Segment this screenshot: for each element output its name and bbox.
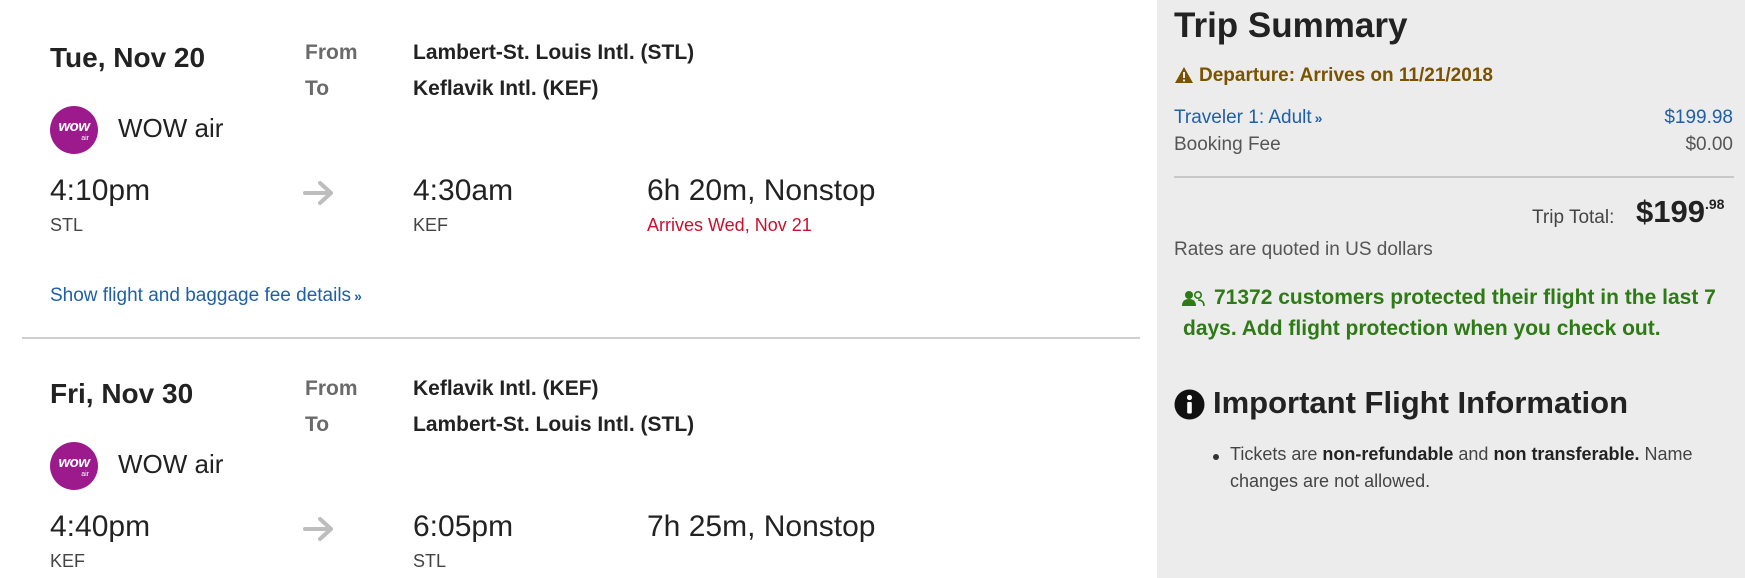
logo-text: wow	[58, 454, 91, 471]
flight-2-arrive-time: 6:05pm	[413, 510, 514, 543]
booking-fee-value: $0.00	[1685, 134, 1733, 155]
important-info-item: Tickets are non-refundable and non trans…	[1230, 441, 1745, 495]
traveler-toggle[interactable]: Traveler 1: Adult»	[1174, 107, 1322, 129]
show-details-label: Show flight and baggage fee details	[50, 285, 352, 306]
trip-total-amount: $199.98	[1636, 194, 1724, 230]
warning-icon	[1175, 67, 1193, 83]
flight-2-from-label: From	[305, 377, 358, 400]
info-icon	[1174, 389, 1205, 420]
info-text-1: Tickets are	[1230, 444, 1318, 464]
flight-1-from-label: From	[305, 41, 358, 64]
summary-divider	[1174, 176, 1734, 178]
protection-message: 71372 customers protected their flight i…	[1183, 282, 1728, 344]
trip-summary-title: Trip Summary	[1174, 6, 1408, 45]
flight-2-to-airport: Lambert-St. Louis Intl. (STL)	[413, 413, 695, 436]
flight-1-to-label: To	[305, 77, 330, 100]
wow-air-logo: wow air	[50, 106, 98, 154]
logo-subtext: air	[81, 471, 89, 478]
traveler-price: $199.98	[1664, 107, 1733, 128]
flight-1-depart-code: STL	[50, 215, 84, 235]
wow-air-logo: wow air	[50, 442, 98, 490]
flight-2-depart-code: KEF	[50, 551, 86, 571]
trip-total-dollars: $199	[1636, 194, 1705, 229]
flight-1-from-airport: Lambert-St. Louis Intl. (STL)	[413, 41, 695, 64]
rates-note: Rates are quoted in US dollars	[1174, 239, 1433, 260]
flight-2-date: Fri, Nov 30	[50, 378, 194, 409]
chevron-down-icon: »	[1314, 110, 1323, 126]
traveler-label: Traveler 1: Adult	[1174, 107, 1312, 128]
arrow-right-icon	[303, 181, 333, 205]
departure-warning: Departure: Arrives on 11/21/2018	[1199, 65, 1493, 86]
trip-total-label: Trip Total:	[1532, 207, 1615, 228]
flight-1-duration: 6h 20m, Nonstop	[647, 174, 876, 207]
important-info-title: Important Flight Information	[1213, 385, 1629, 420]
info-bold-2: non transferable.	[1493, 444, 1640, 464]
info-bold-1: non-refundable	[1322, 444, 1454, 464]
flight-2-to-label: To	[305, 413, 330, 436]
flight-2-from-airport: Keflavik Intl. (KEF)	[413, 377, 599, 400]
trip-total-cents: .98	[1704, 196, 1725, 212]
flight-2-airline: WOW air	[118, 449, 224, 479]
flight-1-arrive-time: 4:30am	[413, 174, 514, 207]
flight-2-duration: 7h 25m, Nonstop	[647, 510, 876, 543]
flight-1-to-airport: Keflavik Intl. (KEF)	[413, 77, 599, 100]
flight-1-depart-time: 4:10pm	[50, 174, 151, 207]
flight-1-arrive-code: KEF	[413, 215, 449, 235]
flight-1-date: Tue, Nov 20	[50, 42, 206, 73]
logo-text: wow	[58, 118, 91, 135]
logo-subtext: air	[81, 135, 89, 142]
arrow-right-icon	[303, 517, 333, 541]
flight-divider	[22, 337, 1140, 339]
info-text-2: and	[1458, 444, 1489, 464]
chevron-down-icon: »	[354, 288, 362, 304]
booking-fee-label: Booking Fee	[1174, 134, 1281, 155]
flight-2-depart-time: 4:40pm	[50, 510, 151, 543]
flight-2-arrive-code: STL	[413, 551, 447, 571]
protection-count: 71372	[1214, 286, 1273, 309]
show-details-link[interactable]: Show flight and baggage fee details»	[50, 285, 362, 307]
flight-1-arrives-note: Arrives Wed, Nov 21	[647, 215, 812, 235]
bullet	[1213, 454, 1219, 460]
flight-1-airline: WOW air	[118, 113, 224, 143]
